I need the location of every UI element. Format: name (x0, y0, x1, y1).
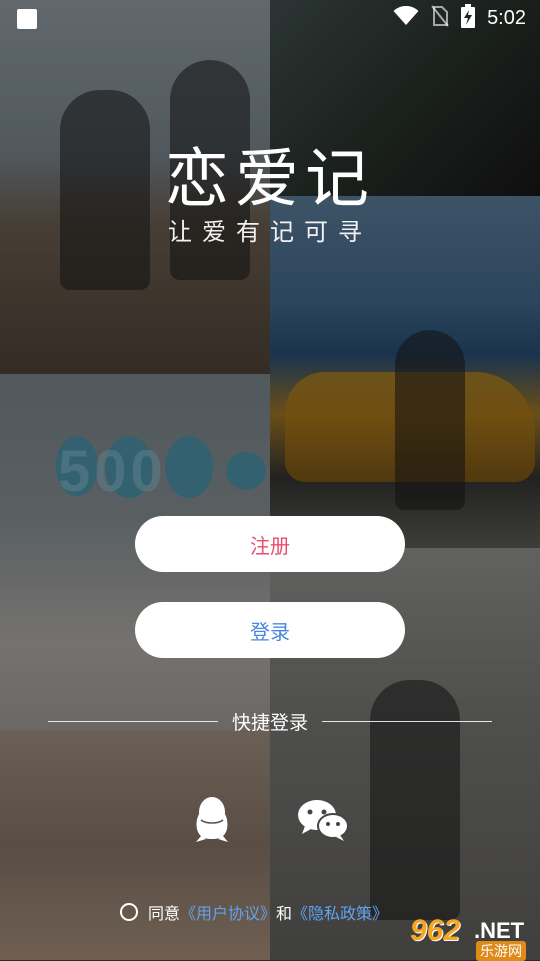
qq-icon (192, 796, 232, 848)
user-agreement-link[interactable]: 《用户协议》 (180, 900, 276, 924)
watermark-logo: 962 .NET 乐游网 (400, 910, 540, 961)
app-slogan: 让爱有记可寻 (168, 218, 372, 246)
divider-line-right (322, 720, 493, 722)
qq-login-button[interactable] (186, 796, 238, 848)
login-button[interactable]: 登录 (135, 602, 405, 658)
agreement-row: 同意 《用户协议》 和 《隐私政策》 (120, 900, 388, 924)
wechat-icon (297, 798, 349, 846)
divider-line-left (48, 720, 218, 722)
privacy-policy-link[interactable]: 《隐私政策》 (292, 900, 388, 924)
status-time: 5:02 (487, 6, 526, 29)
wechat-login-button[interactable] (297, 796, 349, 848)
app-title: 恋爱记 (165, 143, 375, 217)
quick-login-label: 快捷登录 (232, 711, 309, 734)
register-button[interactable]: 注册 (135, 516, 405, 572)
agree-radio[interactable] (120, 903, 138, 921)
quick-login-divider: 快捷登录 (48, 707, 493, 735)
no-sim-icon (431, 5, 449, 31)
wifi-icon (393, 5, 419, 30)
watermark-number: 962 (410, 914, 461, 947)
agree-conjunction: 和 (276, 904, 293, 923)
battery-charging-icon (461, 4, 476, 32)
app-square-icon (17, 9, 37, 29)
status-bar: 5:02 (0, 0, 540, 36)
agree-prefix: 同意 (148, 904, 181, 923)
watermark-cn: 乐游网 (476, 941, 526, 961)
